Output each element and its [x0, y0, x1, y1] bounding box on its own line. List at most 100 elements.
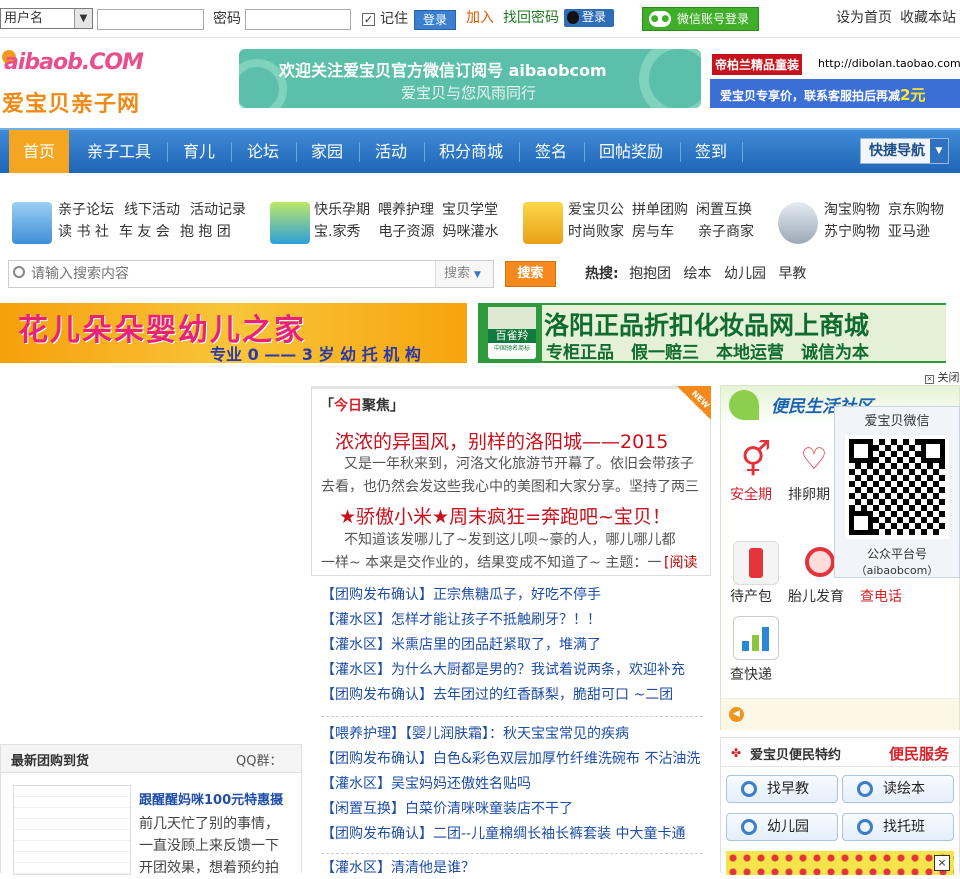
find-early-edu-button[interactable]: 找早教	[726, 775, 838, 803]
focus-headline-2[interactable]: ★骄傲小米★周末疯狂=奔跑吧~宝贝！	[339, 502, 671, 529]
nav-item-tools[interactable]: 亲子工具	[76, 130, 162, 173]
link-idle-swap[interactable]: 闲置互换	[696, 202, 752, 218]
site-logo[interactable]: aibaob.COM 爱宝贝亲子网	[0, 42, 170, 122]
cosmetics-ad-banner[interactable]: 百雀羚 中国驰名商标 洛阳正品折扣化妆品网上商城 专柜正品 假一赔三 本地运营 …	[478, 303, 946, 363]
link-baby-school[interactable]: 宝贝学堂	[442, 202, 498, 218]
find-nursery-button[interactable]: 找托班	[842, 813, 954, 841]
list-item[interactable]: 【喂养护理】【婴儿润肤霜】：秋天宝宝常见的疾病	[321, 722, 703, 747]
remember-checkbox[interactable]: ✓	[362, 13, 375, 26]
link-reading-club[interactable]: 读 书 社	[58, 224, 109, 240]
list-item[interactable]: 【团购发布确认】正宗焦糖瓜子，好吃不停手	[321, 583, 703, 608]
favorite-link[interactable]: 收藏本站	[900, 8, 956, 28]
ad-close-link[interactable]: × 关闭	[925, 369, 960, 385]
service-item-phone-lookup[interactable]: 查电话	[860, 586, 902, 606]
password-input[interactable]	[245, 9, 351, 30]
link-kids-merchants[interactable]: 亲子商家	[698, 224, 754, 240]
nursery-ad-banner[interactable]: 花儿朵朵婴幼儿之家 专业 0 —— 3 岁 幼 托 机 构	[0, 303, 467, 363]
top-login-bar: 用户名 ▼ 密码 ✓ 记住 登录 加入 找回密码 登录 ● ● 微信账号登录 设…	[0, 0, 960, 38]
link-activity-record[interactable]: 活动记录	[190, 202, 246, 218]
list-item[interactable]: 【灌水区】米熏店里的团品赶紧取了，堆满了	[321, 633, 703, 658]
list-item[interactable]: 【团购发布确认】二团--儿童棉绸长袖长裤套装 中大童卡通	[321, 822, 703, 847]
focus-summary-2a: 不知道该发哪儿了~发到这儿呗~豪的人，哪儿哪儿都	[344, 532, 676, 548]
link-parent-forum[interactable]: 亲子论坛	[58, 202, 114, 218]
list-item[interactable]: 【灌水区】为什么大厨都是男的？我试着说两条，欢迎补充	[321, 658, 703, 683]
hot-search-term[interactable]: 抱抱团	[629, 266, 671, 282]
promo-banner[interactable]: 帝柏兰精品童装 http://dibolan.taobao.com 爱宝贝专享价…	[710, 50, 960, 108]
search-type-dropdown[interactable]: 搜索 ▼	[435, 261, 493, 287]
link-group-buy[interactable]: 拼单团购	[632, 202, 688, 218]
quick-nav-label: 快捷导航	[869, 143, 925, 159]
link-pregnancy[interactable]: 快乐孕期	[314, 202, 370, 218]
link-e-resources[interactable]: 电子资源	[378, 224, 434, 240]
list-item[interactable]: 【灌水区】清清他是谁？	[321, 854, 703, 873]
hot-search-term[interactable]: 早教	[778, 266, 806, 282]
nav-item-parenting[interactable]: 育儿	[172, 130, 226, 173]
group-buy-thumbnail[interactable]	[13, 785, 131, 875]
list-item[interactable]: 【团购发布确认】白色&彩色双层加厚竹纤维洗碗布 不沾油洗	[321, 747, 703, 772]
link-feeding[interactable]: 喂养护理	[378, 202, 434, 218]
search-input[interactable]	[31, 263, 431, 285]
service-item-safe-period[interactable]: 安全期	[730, 484, 772, 504]
read-picture-book-button[interactable]: 读绘本	[842, 775, 954, 803]
nav-item-home-garden[interactable]: 家园	[301, 130, 353, 173]
search-button[interactable]: 搜索	[505, 261, 556, 287]
read-more-link[interactable]: [阅读	[664, 552, 697, 572]
focus-headline-1[interactable]: 浓浓的异国风，别样的洛阳城——2015	[335, 427, 668, 454]
nav-item-home[interactable]: 首页	[9, 130, 69, 173]
dots-icon: ✤	[731, 746, 742, 760]
set-home-link[interactable]: 设为首页	[836, 8, 892, 28]
service-item-fetal-growth[interactable]: 胎儿发育	[788, 586, 844, 606]
link-home-show[interactable]: 宝.家秀	[314, 224, 360, 240]
today-focus-panel: 「今日聚焦」 NEW 浓浓的异国风，别样的洛阳城——2015 又是一年秋来到，河…	[311, 386, 711, 576]
link-suning[interactable]: 苏宁购物	[824, 224, 880, 240]
qr-title: 爱宝贝微信	[864, 414, 930, 429]
logo-text: aibaob.COM	[4, 50, 144, 75]
list-item[interactable]: 【灌水区】吴宝妈妈还傲姓名贴吗	[321, 772, 703, 797]
wechat-login-button[interactable]: ● ● 微信账号登录	[642, 7, 759, 31]
service-item-express[interactable]: 查快递	[730, 664, 772, 684]
login-button[interactable]: 登录	[414, 10, 456, 30]
nav-item-signature[interactable]: 签名	[524, 130, 578, 173]
nav-divider	[680, 142, 681, 162]
close-icon[interactable]: ×	[934, 855, 950, 871]
link-group-community: 亲子论坛 线下活动 活动记录 读 书 社车 友 会抱 抱 团	[58, 199, 246, 243]
cosmetics-ad-sub: 专柜正品 假一赔三 本地运营 诚信为本	[546, 343, 869, 363]
link-fashion[interactable]: 时尚败家	[568, 224, 624, 240]
nav-item-reply-reward[interactable]: 回帖奖励	[589, 130, 673, 173]
nav-divider	[742, 142, 743, 162]
nav-item-checkin[interactable]: 签到	[685, 130, 737, 173]
hot-search-term[interactable]: 幼儿园	[724, 266, 766, 282]
link-car-club[interactable]: 车 友 会	[119, 224, 170, 240]
nav-item-points-mall[interactable]: 积分商城	[429, 130, 513, 173]
link-mommy-chat[interactable]: 妈咪灌水	[442, 224, 498, 240]
nav-item-activity[interactable]: 活动	[364, 130, 418, 173]
link-aibaobei-public[interactable]: 爱宝贝公	[568, 202, 624, 218]
link-jd[interactable]: 京东购物	[888, 202, 944, 218]
search-icon	[741, 781, 757, 797]
list-item[interactable]: 【闲置互换】白菜价清咪咪童装店不干了	[321, 797, 703, 822]
link-house-car[interactable]: 房与车	[632, 224, 674, 240]
wechat-banner[interactable]: 欢迎关注爱宝贝官方微信订阅号 aibaobcom 爱宝贝与您风雨同行	[239, 49, 701, 108]
kindergarten-button[interactable]: 幼儿园	[726, 813, 838, 841]
quick-nav-dropdown[interactable]: 快捷导航 ▼	[860, 138, 949, 164]
speaker-icon[interactable]: ◀	[729, 707, 744, 722]
find-password-link[interactable]: 找回密码	[503, 8, 559, 28]
link-amazon[interactable]: 亚马逊	[888, 224, 930, 240]
link-hug-group[interactable]: 抱 抱 团	[180, 224, 231, 240]
link-group-malls: 淘宝购物 京东购物 苏宁购物 亚马逊	[824, 199, 944, 243]
service-item-ovulation[interactable]: 排卵期	[788, 484, 830, 504]
nav-item-forum[interactable]: 论坛	[236, 130, 290, 173]
join-link[interactable]: 加入	[466, 8, 494, 28]
link-offline-activity[interactable]: 线下活动	[124, 202, 180, 218]
service-item-birth-bag[interactable]: 待产包	[730, 586, 772, 606]
username-input[interactable]	[97, 9, 204, 30]
promo-strip-image[interactable]: ×	[726, 851, 954, 875]
qr-name: 公众平台号	[866, 547, 927, 561]
list-item[interactable]: 【灌水区】怎样才能让孩子不抵触刷牙？！！	[321, 608, 703, 633]
group-buy-item-title[interactable]: 跟醒醒妈咪100元特惠摄	[139, 789, 283, 808]
link-taobao[interactable]: 淘宝购物	[824, 202, 880, 218]
hot-search-term[interactable]: 绘本	[684, 266, 712, 282]
qq-login-button[interactable]: 登录	[564, 9, 614, 27]
username-type-select[interactable]: 用户名 ▼	[0, 8, 93, 29]
list-item[interactable]: 【团购发布确认】去年团过的红香酥梨，脆甜可口 ~二团	[321, 683, 703, 708]
